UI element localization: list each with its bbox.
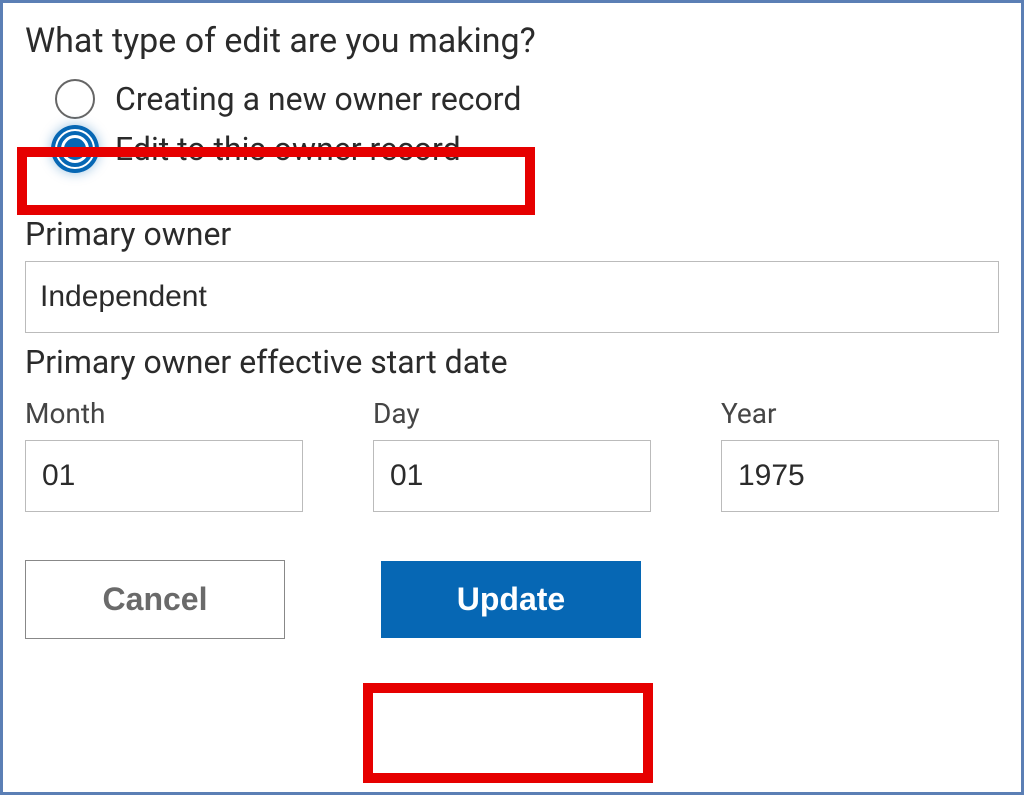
month-label: Month [25, 397, 303, 430]
radio-label-edit-existing: Edit to this owner record [115, 130, 461, 168]
effective-date-label: Primary owner effective start date [25, 343, 999, 381]
primary-owner-label: Primary owner [25, 215, 999, 253]
year-column: Year [721, 397, 999, 512]
radio-option-create-new[interactable]: Creating a new owner record [55, 79, 999, 119]
year-label: Year [721, 397, 999, 430]
month-column: Month [25, 397, 303, 512]
highlight-annotation-update [363, 683, 653, 783]
date-fields: Month Day Year [25, 397, 999, 512]
month-input[interactable] [25, 440, 303, 512]
cancel-button[interactable]: Cancel [25, 560, 285, 639]
edit-type-radio-group: Creating a new owner record Edit to this… [25, 79, 999, 179]
day-column: Day [373, 397, 651, 512]
radio-option-edit-existing[interactable]: Edit to this owner record [55, 129, 461, 169]
edit-type-question: What type of edit are you making? [25, 21, 999, 61]
edit-owner-dialog: What type of edit are you making? Creati… [0, 0, 1024, 795]
radio-icon-selected [55, 129, 95, 169]
radio-label-create-new: Creating a new owner record [115, 80, 521, 118]
radio-icon [55, 79, 95, 119]
action-buttons: Cancel Update [25, 560, 999, 639]
day-label: Day [373, 397, 651, 430]
day-input[interactable] [373, 440, 651, 512]
primary-owner-input[interactable] [25, 261, 999, 333]
update-button[interactable]: Update [381, 561, 641, 638]
year-input[interactable] [721, 440, 999, 512]
